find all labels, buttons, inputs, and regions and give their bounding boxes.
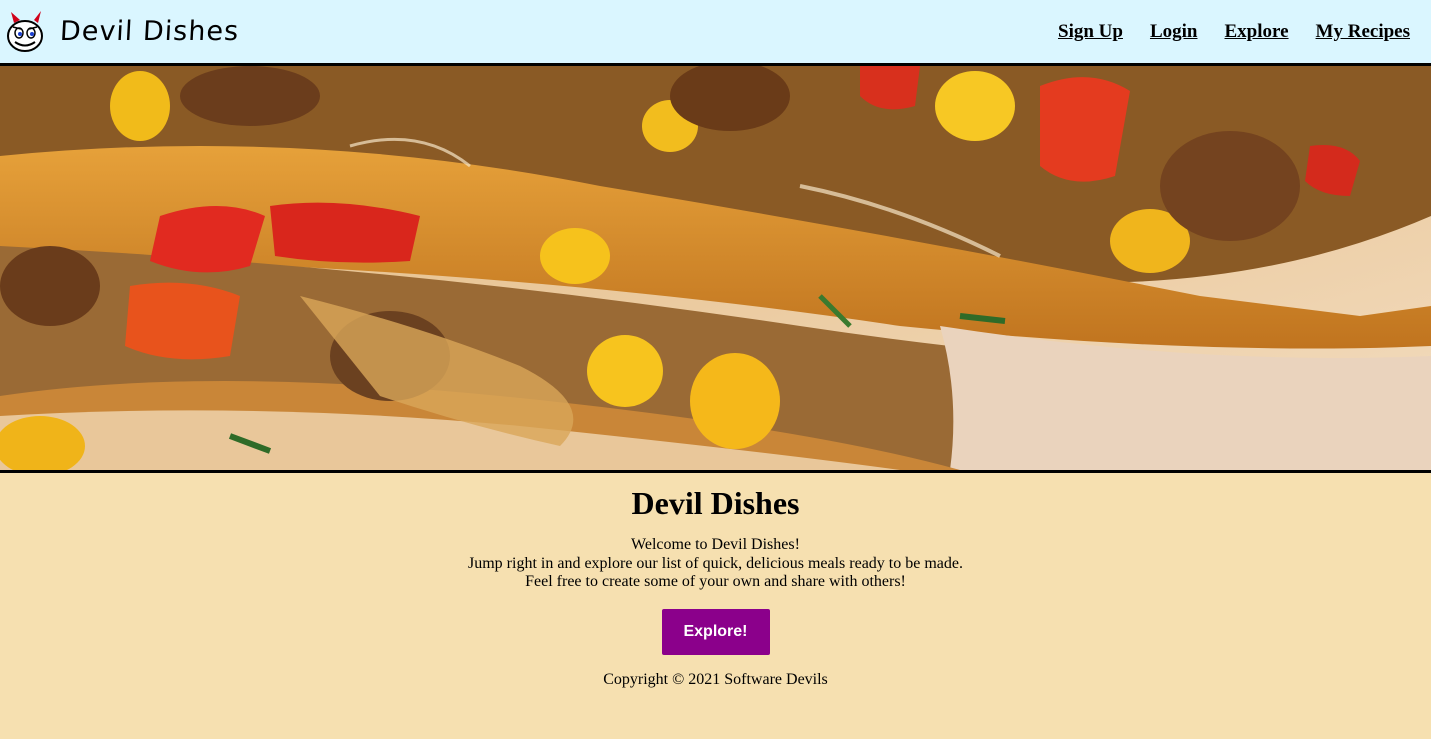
nav-link-my-recipes[interactable]: My Recipes	[1316, 21, 1410, 43]
page-title: Devil Dishes	[631, 485, 800, 521]
main-content: Devil Dishes Welcome to Devil Dishes! Ju…	[0, 473, 1431, 689]
intro-line: Welcome to Devil Dishes!	[631, 536, 800, 553]
nav-link-explore[interactable]: Explore	[1225, 21, 1289, 43]
top-navbar: Devil Dishes Sign Up Login Explore My Re…	[0, 0, 1431, 66]
main-nav: Sign Up Login Explore My Recipes	[1031, 21, 1431, 43]
intro-text: Welcome to Devil Dishes! Jump right in a…	[0, 536, 1431, 592]
nav-link-sign-up[interactable]: Sign Up	[1058, 21, 1123, 43]
brand-home-link[interactable]: Devil Dishes	[0, 0, 240, 63]
intro-line: Feel free to create some of your own and…	[525, 573, 906, 590]
copyright-footer: Copyright © 2021 Software Devils	[603, 670, 828, 688]
hero-banner	[0, 66, 1431, 473]
nav-link-login[interactable]: Login	[1150, 21, 1198, 43]
devil-face-logo-icon	[7, 10, 43, 52]
brand-name: Devil Dishes	[59, 16, 240, 47]
intro-line: Jump right in and explore our list of qu…	[468, 554, 963, 572]
explore-button[interactable]: Explore!	[661, 608, 770, 655]
quesadilla-banner-image	[0, 66, 1431, 470]
